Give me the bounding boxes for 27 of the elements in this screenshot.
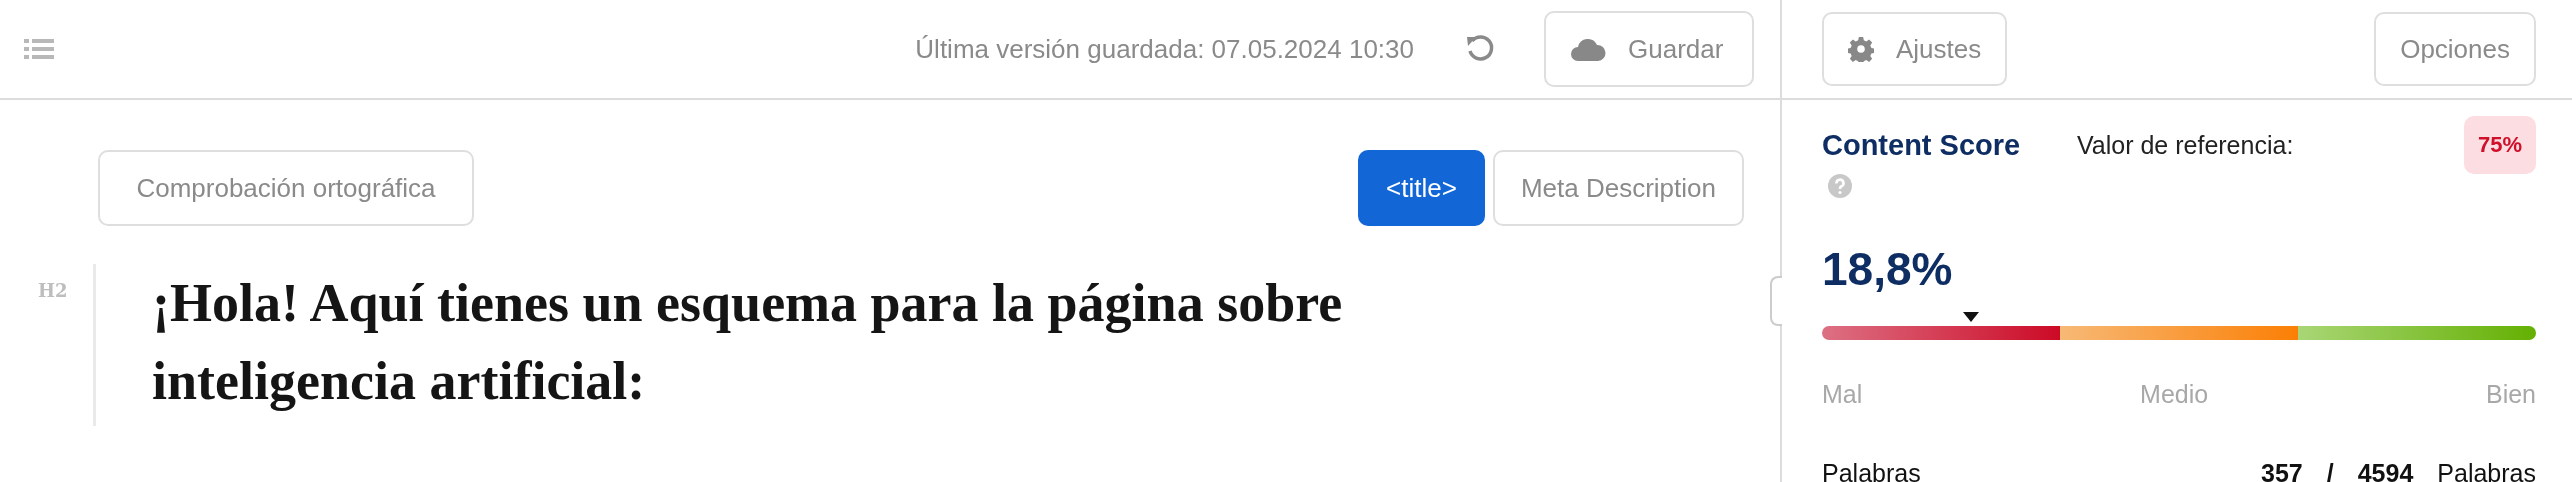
heading: ¡Hola! Aquí tienes un esquema para la página sobre inteligencia artificial: [152,272,1344,413]
reference-badge: 75% [2463,116,2536,174]
word-count: 357 [2261,459,2303,482]
list-icon[interactable] [24,37,54,61]
content-score-title: Content Score [1822,128,2022,162]
save-button[interactable]: Guardar [1544,11,1754,87]
words-label: Palabras [1822,459,1921,482]
words-unit: Palabras [2437,459,2536,482]
help-icon[interactable] [1828,174,1852,198]
tab[interactable]: <title> [1358,150,1485,226]
reference-label: Valor de referencia: [2077,130,2294,160]
marker-icon [1962,312,1979,322]
word-target: 4594 [2357,459,2414,482]
scale-label: Mal [1822,380,1863,409]
last-saved-text: Última versión guardada: 07.05.2024 10:30 [915,33,1414,65]
spellcheck-button[interactable]: Comprobación ortográfica [98,150,474,226]
tab[interactable]: Meta Description [1492,150,1744,226]
gear-icon [1848,36,1874,62]
separator: / [2326,459,2334,482]
options-button[interactable]: Opciones [2374,12,2536,86]
settings-button[interactable]: Ajustes [1822,12,2008,86]
cloud-icon [1570,37,1606,61]
score-value: 18,8% [1822,242,1954,296]
scale-label: Bien [2485,380,2536,409]
panel-handle[interactable] [1770,276,1782,326]
heading-tag: H2 [38,264,96,426]
scale-label: Medio [2140,380,2209,409]
